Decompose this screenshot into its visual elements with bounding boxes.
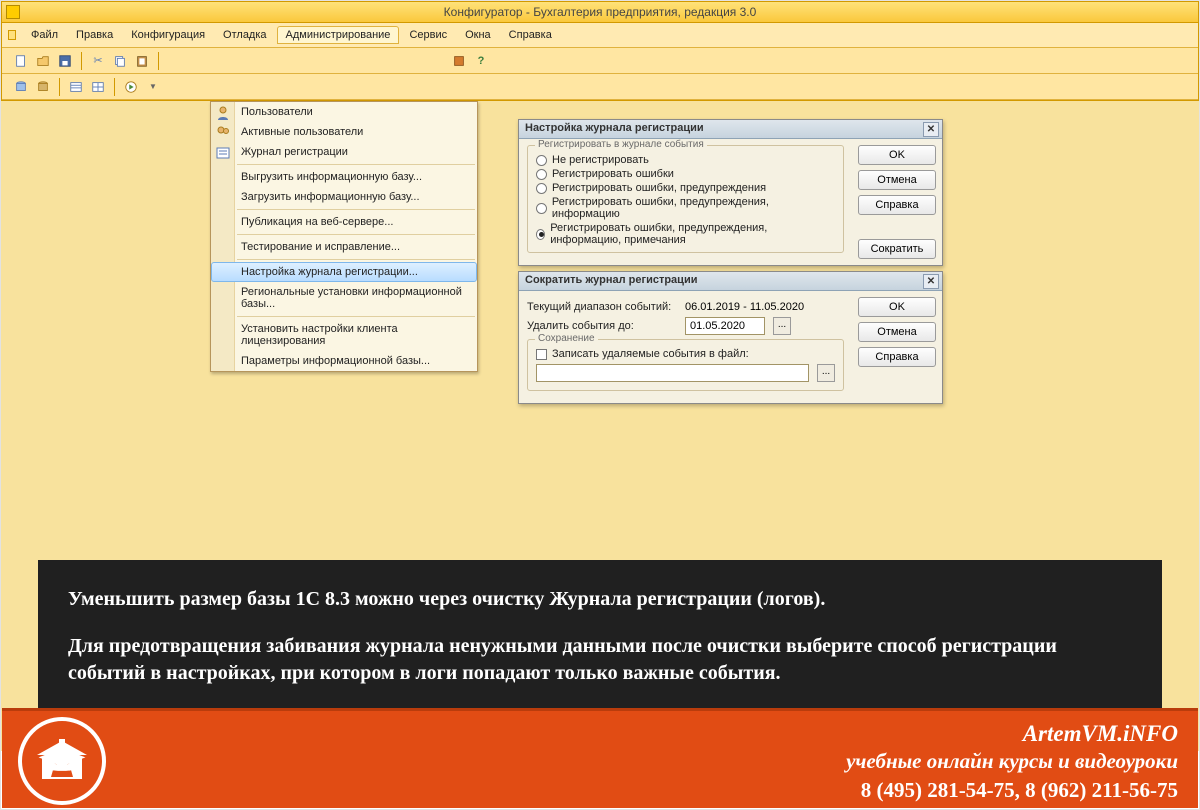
radio-errors[interactable]: Регистрировать ошибки [536, 168, 835, 180]
radio-none[interactable]: Не регистрировать [536, 154, 835, 166]
window-title: Конфигуратор - Бухгалтерия предприятия, … [444, 5, 757, 19]
toolbar-sep [158, 52, 159, 70]
db-icon-2[interactable] [34, 78, 52, 96]
slogan: учебные онлайн курсы и видеоуроки [846, 749, 1178, 774]
app-window: Конфигуратор - Бухгалтерия предприятия, … [1, 1, 1199, 101]
dd-active-users[interactable]: Активные пользователи [211, 122, 477, 142]
dialog-title: Сократить журнал регистрации ✕ [519, 272, 942, 291]
journal-icon [215, 145, 231, 161]
db-icon-1[interactable] [12, 78, 30, 96]
help-icon[interactable]: ? [472, 52, 490, 70]
ok-button[interactable]: OK [858, 297, 936, 317]
close-icon[interactable]: ✕ [923, 122, 939, 137]
dd-sep [237, 234, 475, 235]
menu-file[interactable]: Файл [23, 27, 66, 43]
range-value: 06.01.2019 - 11.05.2020 [685, 301, 804, 313]
dd-sep [237, 164, 475, 165]
toolbar-sep [59, 78, 60, 96]
new-icon[interactable] [12, 52, 30, 70]
date-picker-button[interactable]: ... [773, 317, 791, 335]
play-icon[interactable] [122, 78, 140, 96]
cancel-button[interactable]: Отмена [858, 322, 936, 342]
dd-sep [237, 316, 475, 317]
menubar: Файл Правка Конфигурация Отладка Админис… [2, 23, 1198, 48]
dd-web-publish[interactable]: Публикация на веб-сервере... [211, 212, 477, 232]
help-button[interactable]: Справка [858, 195, 936, 215]
paste-icon[interactable] [133, 52, 151, 70]
footer-banner: ArtemVM.iNFO учебные онлайн курсы и виде… [2, 708, 1198, 808]
list-icon[interactable] [67, 78, 85, 96]
range-label: Текущий диапазон событий: [527, 301, 677, 313]
workspace: Пользователи Активные пользователи Журна… [1, 101, 1199, 751]
phones: 8 (495) 281-54-75, 8 (962) 211-56-75 [846, 778, 1178, 803]
dd-import-db[interactable]: Загрузить информационную базу... [211, 187, 477, 207]
app-icon [6, 5, 20, 19]
browse-button[interactable]: ... [817, 364, 835, 382]
dd-test-repair[interactable]: Тестирование и исправление... [211, 237, 477, 257]
menu-service[interactable]: Сервис [401, 27, 455, 43]
grid-icon[interactable] [89, 78, 107, 96]
dd-users[interactable]: Пользователи [211, 102, 477, 122]
dd-sep [237, 259, 475, 260]
checkbox-save-to-file[interactable]: Записать удаляемые события в файл: [536, 348, 835, 360]
toolbar-sep [81, 52, 82, 70]
toolbar-2: ▼ [2, 74, 1198, 100]
menu-edit[interactable]: Правка [68, 27, 121, 43]
user-icon [215, 105, 231, 121]
close-icon[interactable]: ✕ [923, 274, 939, 289]
cancel-button[interactable]: Отмена [858, 170, 936, 190]
fieldset-save: Сохранение Записать удаляемые события в … [527, 339, 844, 391]
cut-icon[interactable]: ✂ [89, 52, 107, 70]
dd-db-params[interactable]: Параметры информационной базы... [211, 351, 477, 371]
dropdown-icon[interactable]: ▼ [144, 78, 162, 96]
toolbar-1: ✂ ? [2, 48, 1198, 74]
menu-debug[interactable]: Отладка [215, 27, 274, 43]
logo-icon [18, 717, 106, 805]
menu-help[interactable]: Справка [501, 27, 560, 43]
dialog-journal-settings: Настройка журнала регистрации ✕ Регистри… [518, 119, 943, 266]
radio-err-warn[interactable]: Регистрировать ошибки, предупреждения [536, 182, 835, 194]
annotation-line-1: Уменьшить размер базы 1С 8.3 можно через… [68, 586, 1132, 613]
dialog-title: Настройка журнала регистрации ✕ [519, 120, 942, 139]
delete-before-label: Удалить события до: [527, 320, 677, 332]
book-icon[interactable] [450, 52, 468, 70]
fieldset-log-events: Регистрировать в журнале события Не реги… [527, 145, 844, 253]
dd-license[interactable]: Установить настройки клиента лицензирова… [211, 319, 477, 351]
titlebar: Конфигуратор - Бухгалтерия предприятия, … [2, 2, 1198, 23]
help-button[interactable]: Справка [858, 347, 936, 367]
delete-date-input[interactable] [685, 317, 765, 335]
copy-icon[interactable] [111, 52, 129, 70]
menu-admin[interactable]: Администрирование [277, 26, 400, 44]
toolbar-grip-icon [8, 30, 16, 40]
save-icon[interactable] [56, 52, 74, 70]
dd-journal[interactable]: Журнал регистрации [211, 142, 477, 162]
checkbox-icon[interactable] [536, 349, 547, 360]
dialog-shrink-journal: Сократить журнал регистрации ✕ Текущий д… [518, 271, 943, 404]
dd-regional[interactable]: Региональные установки информационной ба… [211, 282, 477, 314]
fieldset-legend: Сохранение [535, 333, 598, 344]
admin-dropdown: Пользователи Активные пользователи Журна… [210, 101, 478, 372]
toolbar-sep [114, 78, 115, 96]
open-icon[interactable] [34, 52, 52, 70]
dd-export-db[interactable]: Выгрузить информационную базу... [211, 167, 477, 187]
radio-all[interactable]: Регистрировать ошибки, предупреждения, и… [536, 222, 835, 246]
fieldset-legend: Регистрировать в журнале события [535, 139, 707, 150]
dd-sep [237, 209, 475, 210]
brand: ArtemVM.iNFO [846, 721, 1178, 747]
dd-journal-settings[interactable]: Настройка журнала регистрации... [211, 262, 477, 282]
radio-err-warn-info[interactable]: Регистрировать ошибки, предупреждения, и… [536, 196, 835, 220]
file-path-input[interactable] [536, 364, 809, 382]
ok-button[interactable]: OK [858, 145, 936, 165]
annotation-line-2: Для предотвращения забивания журнала нен… [68, 633, 1132, 687]
menu-windows[interactable]: Окна [457, 27, 499, 43]
shrink-button[interactable]: Сократить [858, 239, 936, 259]
menu-config[interactable]: Конфигурация [123, 27, 213, 43]
users-icon [215, 125, 231, 141]
